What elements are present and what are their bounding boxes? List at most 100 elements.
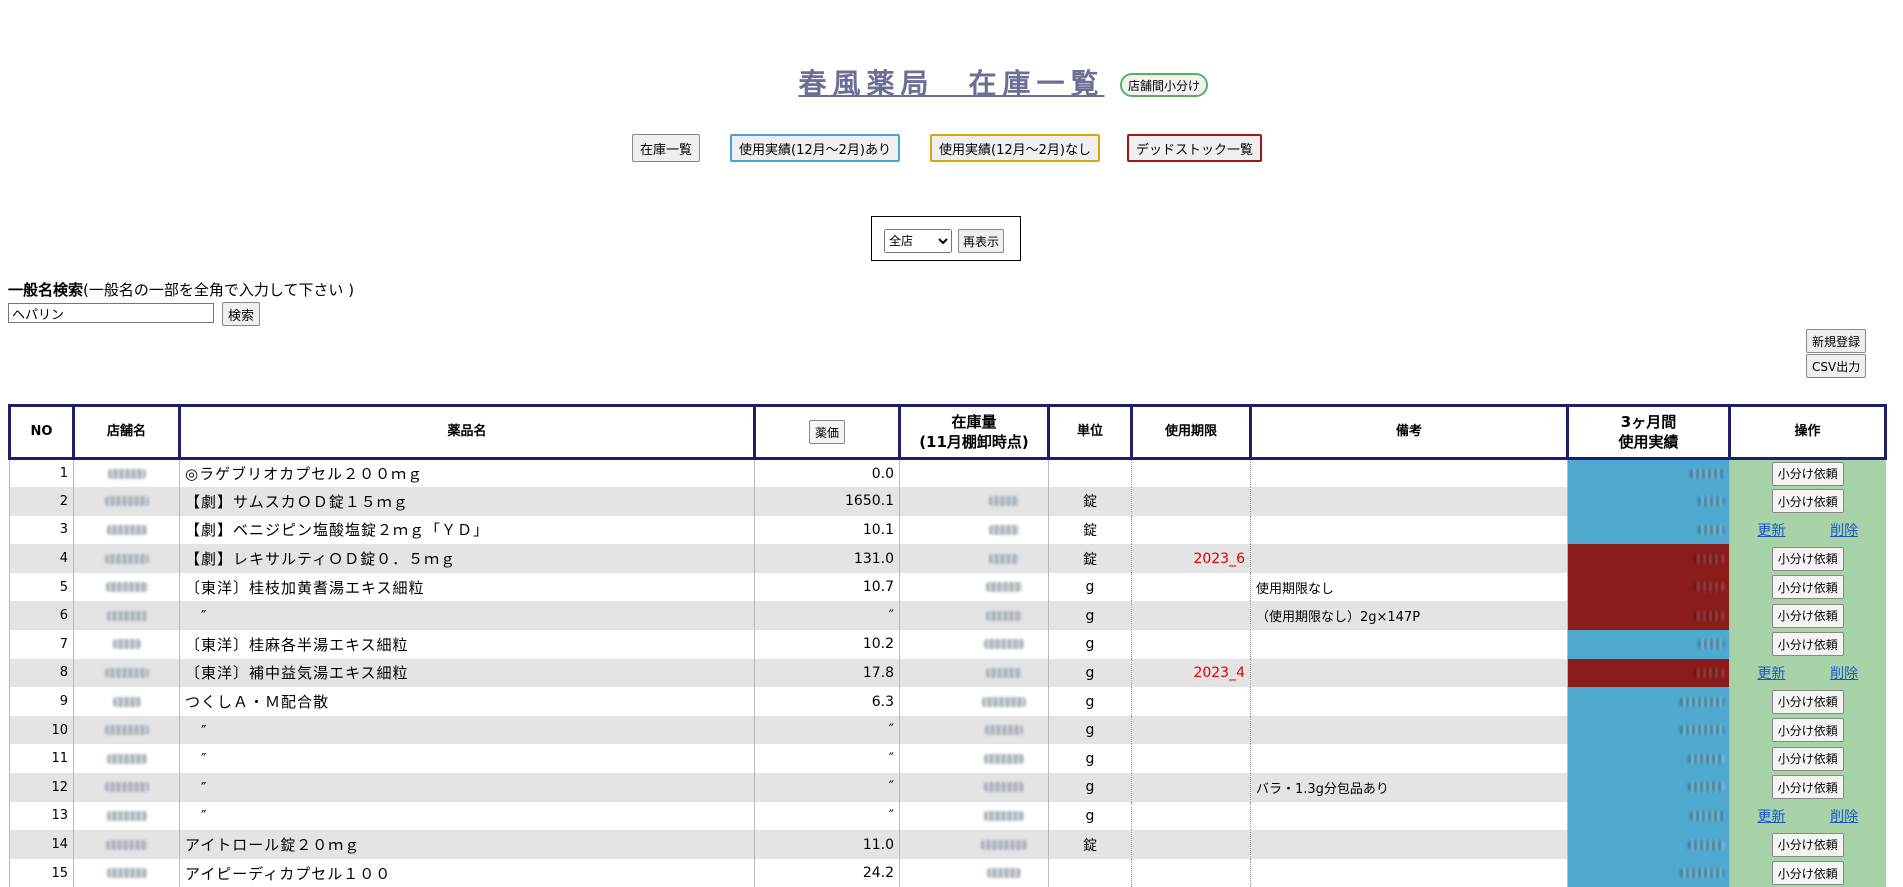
row-drug-name: ″ bbox=[180, 601, 755, 630]
redacted-qty bbox=[987, 868, 1021, 878]
update-link[interactable]: 更新 bbox=[1757, 663, 1785, 683]
with-usage-button[interactable]: 使用実績(12月～2月)あり bbox=[730, 134, 900, 162]
row-expiry: 2023_6 bbox=[1132, 544, 1251, 573]
redacted-store-name bbox=[107, 611, 147, 621]
update-link[interactable]: 更新 bbox=[1757, 806, 1785, 826]
split-request-button[interactable]: 小分け依頼 bbox=[1772, 747, 1844, 771]
row-note bbox=[1251, 802, 1568, 831]
row-note bbox=[1251, 516, 1568, 545]
delete-link[interactable]: 削除 bbox=[1830, 520, 1858, 540]
row-ops: 小分け依頼 bbox=[1730, 573, 1886, 602]
row-note bbox=[1251, 487, 1568, 516]
table-row: 10 ″″g小分け依頼 bbox=[10, 716, 1886, 745]
row-no: 8 bbox=[10, 659, 74, 688]
row-usage bbox=[1568, 716, 1730, 745]
row-drug-name: 〔東洋〕桂枝加黄耆湯エキス細粒 bbox=[180, 573, 755, 602]
split-request-button[interactable]: 小分け依頼 bbox=[1772, 690, 1844, 714]
dead-stock-button[interactable]: デッドストック一覧 bbox=[1127, 134, 1262, 162]
csv-export-button[interactable]: CSV出力 bbox=[1806, 354, 1866, 378]
split-request-button[interactable]: 小分け依頼 bbox=[1772, 861, 1844, 885]
search-input[interactable] bbox=[8, 303, 214, 323]
redacted-store-name bbox=[105, 668, 149, 678]
row-expiry bbox=[1132, 716, 1251, 745]
row-no: 7 bbox=[10, 630, 74, 659]
redacted-qty bbox=[986, 582, 1022, 592]
row-unit: g bbox=[1049, 659, 1132, 688]
row-op-links: 更新 削除 bbox=[1735, 663, 1881, 683]
search-label-hint: (一般名の一部を全角で入力して下さい ) bbox=[83, 281, 354, 299]
row-drug-name: ″ bbox=[180, 773, 755, 802]
table-row: 12 ″″gバラ・1.3g分包品あり小分け依頼 bbox=[10, 773, 1886, 802]
table-row: 11 ″″g小分け依頼 bbox=[10, 744, 1886, 773]
split-request-button[interactable]: 小分け依頼 bbox=[1772, 632, 1844, 656]
split-request-button[interactable]: 小分け依頼 bbox=[1772, 604, 1844, 628]
new-register-button[interactable]: 新規登録 bbox=[1806, 329, 1866, 353]
row-drug-name: アイトロール錠２０ｍｇ bbox=[180, 830, 755, 859]
delete-link[interactable]: 削除 bbox=[1830, 663, 1858, 683]
search-label: 一般名検索(一般名の一部を全角で入力して下さい ) bbox=[8, 279, 354, 300]
row-no: 1 bbox=[10, 459, 74, 488]
row-usage bbox=[1568, 802, 1730, 831]
header-qty-line2: (11月棚卸時点) bbox=[901, 432, 1047, 452]
row-usage bbox=[1568, 859, 1730, 887]
redacted-usage bbox=[1690, 811, 1724, 821]
split-request-button[interactable]: 小分け依頼 bbox=[1772, 718, 1844, 742]
price-sort-button[interactable]: 薬価 bbox=[809, 420, 845, 444]
redacted-usage bbox=[1688, 782, 1724, 792]
row-store bbox=[74, 573, 180, 602]
row-expiry bbox=[1132, 859, 1251, 887]
inventory-table-body: 1◎ラゲブリオカプセル２００ｍｇ0.0小分け依頼2【劇】サムスカＯＤ錠１５ｍｇ1… bbox=[10, 459, 1886, 887]
split-request-button[interactable]: 小分け依頼 bbox=[1772, 833, 1844, 857]
row-note bbox=[1251, 659, 1568, 688]
redacted-store-name bbox=[107, 525, 147, 535]
row-op-links: 更新 削除 bbox=[1735, 520, 1881, 540]
row-expiry bbox=[1132, 630, 1251, 659]
header-store: 店舗名 bbox=[74, 406, 180, 459]
row-price: 0.0 bbox=[755, 459, 900, 488]
split-request-button[interactable]: 小分け依頼 bbox=[1772, 775, 1844, 799]
split-request-button[interactable]: 小分け依頼 bbox=[1772, 489, 1844, 513]
store-select[interactable]: 全店 bbox=[884, 229, 952, 253]
row-price: ″ bbox=[755, 773, 900, 802]
row-qty bbox=[900, 487, 1049, 516]
row-qty bbox=[900, 744, 1049, 773]
row-ops: 小分け依頼 bbox=[1730, 687, 1886, 716]
without-usage-button[interactable]: 使用実績(12月～2月)なし bbox=[930, 134, 1100, 162]
redacted-usage bbox=[1694, 611, 1724, 621]
redacted-store-name bbox=[105, 554, 149, 564]
row-no: 4 bbox=[10, 544, 74, 573]
row-note bbox=[1251, 459, 1568, 488]
row-price: 1650.1 bbox=[755, 487, 900, 516]
row-note bbox=[1251, 630, 1568, 659]
search-button[interactable]: 検索 bbox=[222, 302, 260, 326]
row-unit: g bbox=[1049, 716, 1132, 745]
update-link[interactable]: 更新 bbox=[1757, 520, 1785, 540]
split-request-button[interactable]: 小分け依頼 bbox=[1772, 462, 1844, 486]
table-row: 2【劇】サムスカＯＤ錠１５ｍｇ1650.1錠小分け依頼 bbox=[10, 487, 1886, 516]
redacted-store-name bbox=[107, 754, 147, 764]
shop-split-button[interactable]: 店舗間小分け bbox=[1120, 73, 1208, 97]
row-price: 10.2 bbox=[755, 630, 900, 659]
redacted-qty bbox=[989, 525, 1019, 535]
table-row: 5〔東洋〕桂枝加黄耆湯エキス細粒10.7g使用期限なし小分け依頼 bbox=[10, 573, 1886, 602]
split-request-button[interactable]: 小分け依頼 bbox=[1772, 575, 1844, 599]
row-unit: g bbox=[1049, 744, 1132, 773]
table-row: 15アイピーディカプセル１００24.2小分け依頼 bbox=[10, 859, 1886, 887]
redacted-usage bbox=[1680, 868, 1724, 878]
row-store bbox=[74, 601, 180, 630]
redisplay-button[interactable]: 再表示 bbox=[958, 229, 1004, 253]
row-price: 17.8 bbox=[755, 659, 900, 688]
row-unit: 錠 bbox=[1049, 544, 1132, 573]
row-expiry bbox=[1132, 459, 1251, 488]
row-ops: 小分け依頼 bbox=[1730, 830, 1886, 859]
split-request-button[interactable]: 小分け依頼 bbox=[1772, 547, 1844, 571]
row-drug-name: つくしＡ・Ｍ配合散 bbox=[180, 687, 755, 716]
table-row: 13 ″″g更新削除 bbox=[10, 802, 1886, 831]
row-store bbox=[74, 659, 180, 688]
row-note bbox=[1251, 859, 1568, 887]
row-ops: 小分け依頼 bbox=[1730, 773, 1886, 802]
row-drug-name: ″ bbox=[180, 716, 755, 745]
row-usage bbox=[1568, 830, 1730, 859]
delete-link[interactable]: 削除 bbox=[1830, 806, 1858, 826]
inventory-list-button[interactable]: 在庫一覧 bbox=[632, 134, 700, 162]
